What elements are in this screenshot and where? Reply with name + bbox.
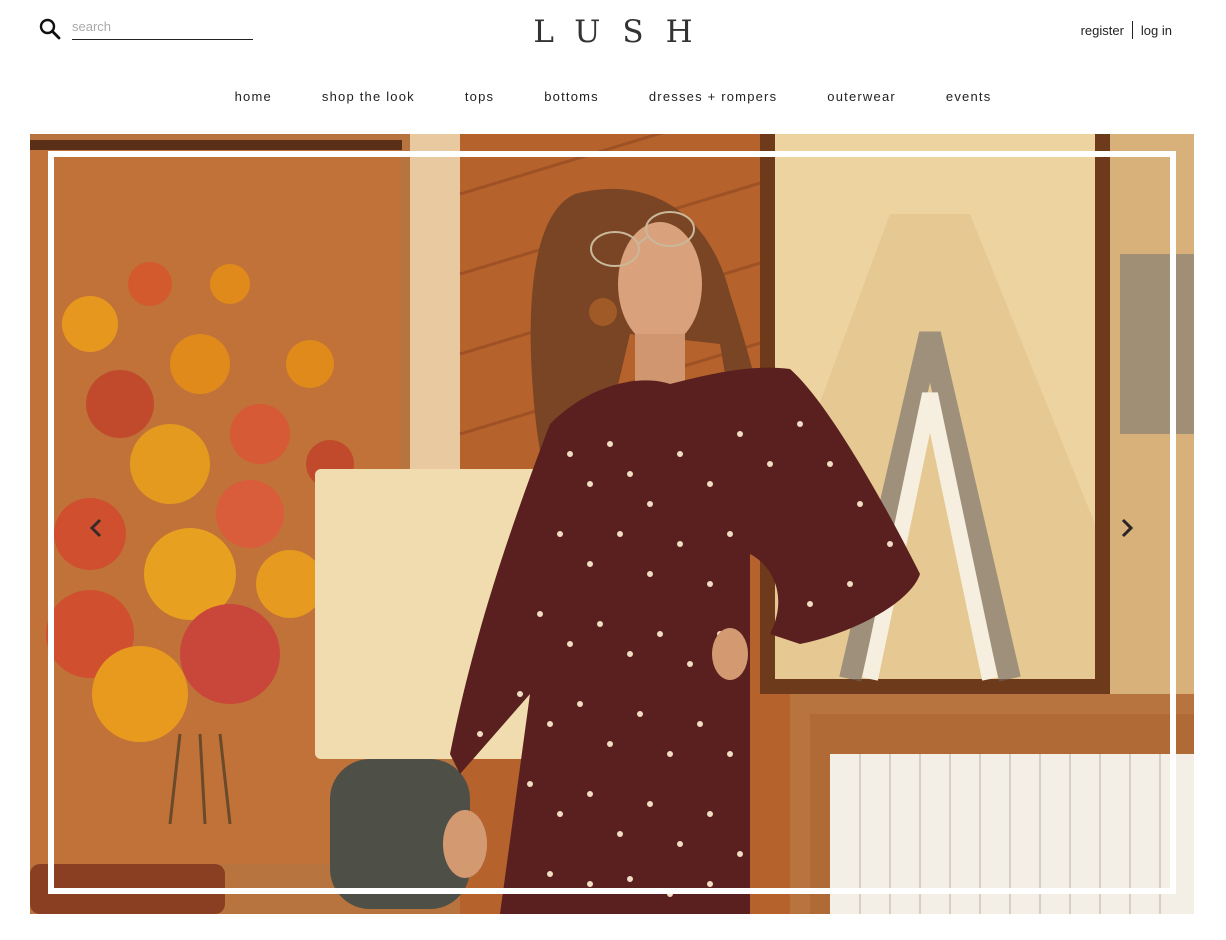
login-link[interactable]: log in <box>1141 23 1172 38</box>
main-nav: home shop the look tops bottoms dresses … <box>0 89 1226 104</box>
account-divider <box>1131 21 1133 39</box>
nav-item-bottoms[interactable]: bottoms <box>544 89 599 104</box>
nav-item-outerwear[interactable]: outerwear <box>827 89 896 104</box>
hero-slideshow[interactable] <box>30 134 1194 914</box>
nav-item-tops[interactable]: tops <box>465 89 494 104</box>
nav-item-home[interactable]: home <box>235 89 272 104</box>
register-link[interactable]: register <box>1081 23 1124 38</box>
site-logo[interactable]: LUSH <box>0 14 1226 50</box>
nav-item-events[interactable]: events <box>946 89 992 104</box>
hero-image <box>30 134 1194 914</box>
nav-item-dresses-rompers[interactable]: dresses + rompers <box>649 89 777 104</box>
nav-item-shop-the-look[interactable]: shop the look <box>322 89 415 104</box>
chevron-right-icon <box>1121 518 1134 538</box>
slideshow-prev-button[interactable] <box>82 514 110 542</box>
chevron-left-icon <box>89 518 102 538</box>
slideshow-next-button[interactable] <box>1113 514 1141 542</box>
account-links: register log in <box>1081 21 1172 39</box>
